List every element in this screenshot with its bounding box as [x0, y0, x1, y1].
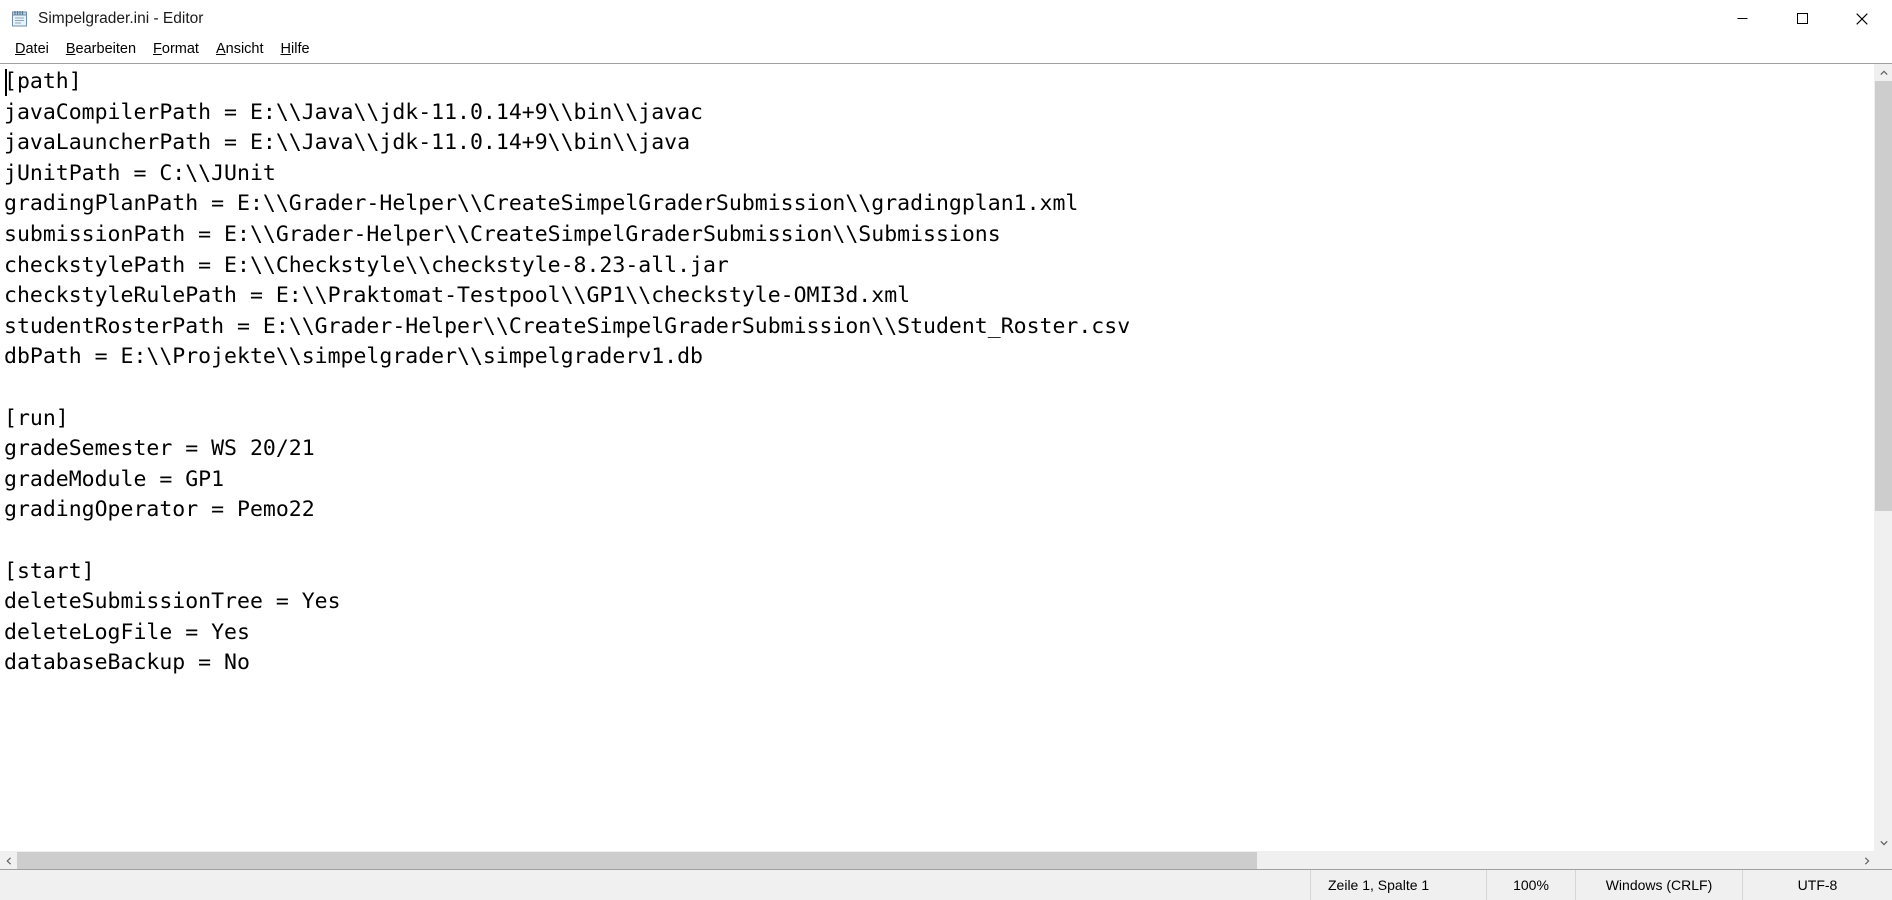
- status-zoom-level[interactable]: 100%: [1486, 870, 1575, 900]
- text-editor-area[interactable]: [path] javaCompilerPath = E:\\Java\\jdk-…: [0, 64, 1874, 851]
- title-bar-left: Simpelgrader.ini - Editor: [0, 9, 203, 28]
- chevron-up-icon: [1879, 69, 1888, 75]
- menu-item-ansicht-label: nsicht: [225, 41, 264, 57]
- window-title: Simpelgrader.ini - Editor: [38, 10, 204, 27]
- notepad-window: Simpelgrader.ini - Editor Datei Bearbeit…: [0, 0, 1892, 900]
- title-bar[interactable]: Simpelgrader.ini - Editor: [0, 0, 1892, 37]
- minimize-icon: [1737, 18, 1747, 19]
- scroll-right-button[interactable]: [1858, 852, 1875, 869]
- menu-item-bearbeiten[interactable]: Bearbeiten: [58, 39, 145, 60]
- notepad-icon: [10, 9, 29, 28]
- scroll-left-button[interactable]: [0, 852, 17, 869]
- menu-item-hilfe-label: ilfe: [291, 41, 310, 57]
- menu-item-format[interactable]: Format: [145, 39, 208, 60]
- minimize-button[interactable]: [1712, 0, 1772, 37]
- menu-bar: Datei Bearbeiten Format Ansicht Hilfe: [0, 37, 1892, 63]
- menu-item-datei-accel: D: [15, 41, 26, 57]
- maximize-button[interactable]: [1772, 0, 1832, 37]
- horizontal-scroll-track[interactable]: [17, 852, 1858, 869]
- status-line-ending[interactable]: Windows (CRLF): [1575, 870, 1742, 900]
- maximize-icon: [1796, 13, 1808, 24]
- menu-item-bearbeiten-label: earbeiten: [75, 41, 137, 57]
- menu-item-datei[interactable]: Datei: [7, 39, 58, 60]
- scroll-up-button[interactable]: [1875, 64, 1892, 81]
- editor-row: [path] javaCompilerPath = E:\\Java\\jdk-…: [0, 64, 1892, 851]
- menu-item-hilfe-accel: H: [280, 41, 291, 57]
- scroll-down-button[interactable]: [1875, 834, 1892, 851]
- menu-item-hilfe[interactable]: Hilfe: [273, 39, 319, 60]
- close-button[interactable]: [1832, 0, 1892, 37]
- status-cursor-position: Zeile 1, Spalte 1: [1310, 870, 1486, 900]
- editor-body: [path] javaCompilerPath = E:\\Java\\jdk-…: [0, 63, 1892, 870]
- vertical-scroll-thumb[interactable]: [1875, 81, 1892, 511]
- scrollbar-corner: [1875, 852, 1892, 869]
- status-bar: Zeile 1, Spalte 1 100% Windows (CRLF) UT…: [0, 870, 1892, 900]
- menu-item-format-accel: F: [153, 41, 162, 57]
- text-editor-content[interactable]: [path] javaCompilerPath = E:\\Java\\jdk-…: [4, 64, 1874, 679]
- menu-item-ansicht[interactable]: Ansicht: [208, 39, 273, 60]
- chevron-left-icon: [5, 856, 11, 865]
- horizontal-scroll-thumb[interactable]: [17, 852, 1257, 869]
- menu-item-datei-label: atei: [25, 41, 49, 57]
- caption-buttons: [1712, 0, 1892, 37]
- status-encoding[interactable]: UTF-8: [1742, 870, 1892, 900]
- chevron-down-icon: [1879, 840, 1888, 845]
- chevron-right-icon: [1864, 856, 1869, 865]
- menu-item-format-label: ormat: [161, 41, 199, 57]
- menu-item-bearbeiten-accel: B: [65, 41, 76, 57]
- horizontal-scrollbar[interactable]: [0, 851, 1892, 869]
- text-caret: [5, 69, 7, 96]
- vertical-scrollbar[interactable]: [1874, 64, 1892, 851]
- vertical-scroll-track[interactable]: [1875, 81, 1892, 834]
- menu-item-ansicht-accel: A: [215, 41, 226, 57]
- close-icon: [1856, 12, 1868, 25]
- status-bar-spacer: [0, 870, 1310, 900]
